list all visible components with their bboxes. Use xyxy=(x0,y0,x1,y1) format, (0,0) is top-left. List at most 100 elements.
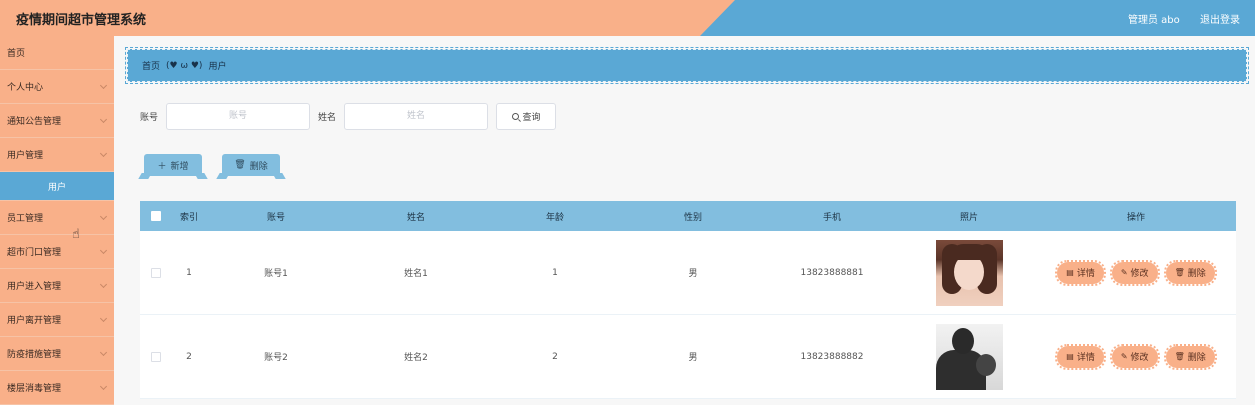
sidebar-item-label: 通知公告管理 xyxy=(7,117,62,127)
phone-cell: 13823888881 xyxy=(800,267,864,278)
delete-button-label: 删除 xyxy=(1187,353,1206,363)
column-header: 账号 xyxy=(266,212,285,223)
sidebar-item-label: 用户进入管理 xyxy=(7,282,62,292)
edit-button[interactable]: ✎ 修改 xyxy=(1109,259,1160,286)
name-label: 姓名 xyxy=(318,112,337,123)
action-toolbar: ＋ 新增 🗑 删除 xyxy=(144,154,300,176)
gender-cell: 男 xyxy=(688,269,698,279)
edit-button-label: 修改 xyxy=(1130,269,1149,279)
sidebar-item-staff[interactable]: 员工管理 xyxy=(0,201,114,235)
column-header: 姓名 xyxy=(406,212,425,223)
index-cell: 1 xyxy=(186,267,192,278)
batch-delete-button[interactable]: 🗑 删除 xyxy=(222,154,280,176)
breadcrumb-home[interactable]: 首页 xyxy=(142,59,160,72)
trash-icon: 🗑 xyxy=(1174,268,1185,277)
sidebar-subitem-user[interactable]: 用户 xyxy=(0,172,114,201)
breadcrumb: 首页 (♥ ω ♥) 用户 xyxy=(125,47,1249,84)
sidebar-item-label: 员工管理 xyxy=(7,214,44,224)
detail-button-label: 详情 xyxy=(1076,353,1095,363)
search-icon xyxy=(511,112,519,120)
breadcrumb-current: 用户 xyxy=(208,62,227,72)
chevron-down-icon xyxy=(99,280,108,288)
column-header: 年龄 xyxy=(545,212,564,223)
row-checkbox[interactable] xyxy=(151,267,161,278)
row-checkbox[interactable] xyxy=(151,351,161,362)
sidebar-item-disinfection[interactable]: 楼层消毒管理 xyxy=(0,371,114,405)
sidebar-item-label: 个人中心 xyxy=(7,83,44,93)
current-user: 管理员 abo xyxy=(1128,15,1180,26)
edit-button[interactable]: ✎ 修改 xyxy=(1109,343,1160,370)
account-search-input[interactable] xyxy=(166,102,311,130)
photo-cell xyxy=(902,323,1036,390)
account-cell: 账号2 xyxy=(264,353,288,363)
detail-button-label: 详情 xyxy=(1076,269,1095,279)
detail-button[interactable]: ▤ 详情 xyxy=(1055,343,1106,370)
main-content: 首页 (♥ ω ♥) 用户 账号 姓名 查询 ＋ 新增 🗑 删除 索引 账号 姓… xyxy=(114,36,1255,405)
query-button-label: 查询 xyxy=(522,112,541,123)
sidebar-item-prevention[interactable]: 防疫措施管理 xyxy=(0,337,114,371)
sidebar-item-users[interactable]: 用户管理 xyxy=(0,138,114,172)
select-all-cell xyxy=(140,211,172,221)
sidebar-item-label: 超市门口管理 xyxy=(7,248,62,258)
sidebar-item-label: 首页 xyxy=(7,49,26,59)
column-header: 照片 xyxy=(959,212,978,223)
column-header: 手机 xyxy=(822,212,841,223)
column-header: 索引 xyxy=(179,212,198,223)
sidebar-item-label: 用户管理 xyxy=(7,151,44,161)
sidebar-item-label: 防疫措施管理 xyxy=(7,350,62,360)
table-row: 2 账号2 姓名2 2 男 13823888882 ▤ 详情 ✎ 修改 🗑 删除 xyxy=(140,315,1236,399)
photo-cell xyxy=(902,239,1036,306)
breadcrumb-separator: (♥ ω ♥) xyxy=(166,60,203,71)
sidebar-item-home[interactable]: 首页 xyxy=(0,36,114,70)
user-photo[interactable] xyxy=(935,323,1003,390)
user-table: 索引 账号 姓名 年龄 性别 手机 照片 操作 1 账号1 姓名1 1 男 13… xyxy=(140,201,1236,399)
account-cell: 账号1 xyxy=(264,269,288,279)
sidebar-item-label: 楼层消毒管理 xyxy=(7,384,62,394)
add-button[interactable]: ＋ 新增 xyxy=(144,154,202,176)
table-header: 索引 账号 姓名 年龄 性别 手机 照片 操作 xyxy=(140,201,1236,231)
edit-button-label: 修改 xyxy=(1130,353,1149,363)
table-row: 1 账号1 姓名1 1 男 13823888881 ▤ 详情 ✎ 修改 🗑 删除 xyxy=(140,231,1236,315)
chevron-down-icon xyxy=(99,81,108,89)
logout-link[interactable]: 退出登录 xyxy=(1200,11,1240,26)
sidebar-item-notices[interactable]: 通知公告管理 xyxy=(0,104,114,138)
user-photo[interactable] xyxy=(935,239,1003,306)
top-header: 疫情期间超市管理系统 管理员 abo 退出登录 xyxy=(0,0,1255,36)
age-cell: 2 xyxy=(552,351,558,362)
pencil-icon: ✎ xyxy=(1120,352,1128,361)
index-cell: 2 xyxy=(186,351,192,362)
add-button-label: 新增 xyxy=(170,161,189,172)
operations-cell: ▤ 详情 ✎ 修改 🗑 删除 xyxy=(1036,343,1236,370)
trash-icon: 🗑 xyxy=(1174,352,1185,361)
chevron-down-icon xyxy=(99,246,108,254)
row-select-cell xyxy=(140,351,172,362)
operations-cell: ▤ 详情 ✎ 修改 🗑 删除 xyxy=(1036,259,1236,286)
chevron-down-icon xyxy=(99,212,108,220)
pencil-icon: ✎ xyxy=(1120,268,1128,277)
query-button[interactable]: 查询 xyxy=(496,102,557,130)
sidebar-item-label: 用户 xyxy=(47,182,66,193)
delete-button-label: 删除 xyxy=(1187,269,1206,279)
search-bar: 账号 姓名 查询 xyxy=(140,102,557,130)
select-all-checkbox[interactable] xyxy=(151,211,161,221)
sidebar-item-user-exit[interactable]: 用户离开管理 xyxy=(0,303,114,337)
sidebar-item-entrance[interactable]: 超市门口管理 xyxy=(0,235,114,269)
sidebar: 首页 个人中心 通知公告管理 用户管理 用户 员工管理 超市门口管理 用户进入管… xyxy=(0,36,114,405)
row-select-cell xyxy=(140,267,172,278)
chevron-down-icon xyxy=(99,382,108,390)
gender-cell: 男 xyxy=(688,353,698,363)
name-cell: 姓名1 xyxy=(404,269,428,279)
delete-button[interactable]: 🗑 删除 xyxy=(1163,343,1217,370)
column-header: 操作 xyxy=(1126,212,1145,223)
sidebar-item-user-entry[interactable]: 用户进入管理 xyxy=(0,269,114,303)
age-cell: 1 xyxy=(552,267,558,278)
name-cell: 姓名2 xyxy=(404,353,428,363)
app-title: 疫情期间超市管理系统 xyxy=(16,13,147,28)
name-search-input[interactable] xyxy=(344,102,489,130)
header-accent xyxy=(700,0,1255,36)
sidebar-item-profile[interactable]: 个人中心 xyxy=(0,70,114,104)
trash-icon: 🗑 xyxy=(234,160,246,170)
detail-button[interactable]: ▤ 详情 xyxy=(1055,259,1106,286)
chevron-down-icon xyxy=(99,314,108,322)
delete-button[interactable]: 🗑 删除 xyxy=(1163,259,1217,286)
